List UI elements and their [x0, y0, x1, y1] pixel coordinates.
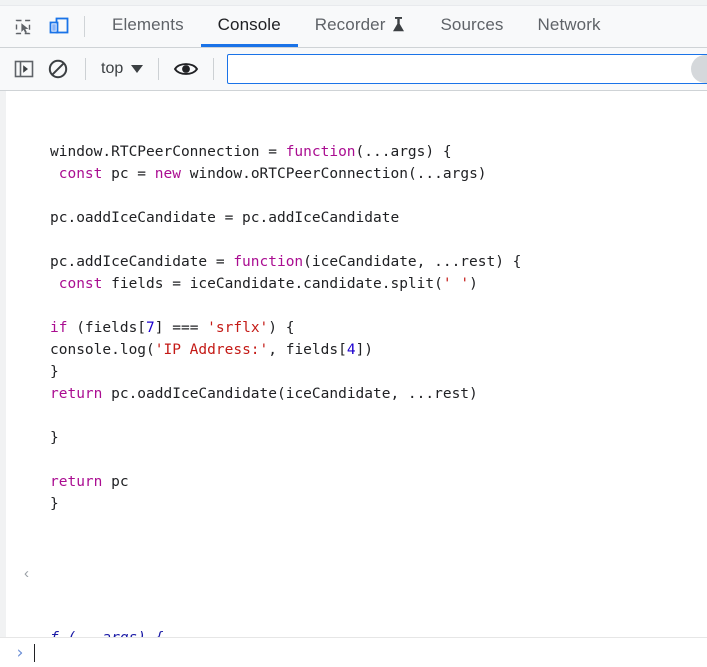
code-token: ) {	[268, 320, 295, 336]
code-token: }	[50, 496, 59, 512]
code-line: }	[50, 361, 707, 383]
code-token: pc =	[102, 166, 155, 182]
code-token: const	[58, 166, 103, 182]
code-line: }	[50, 427, 707, 449]
console-toolbar-divider-1	[85, 58, 86, 80]
tab-console-label: Console	[217, 15, 281, 34]
code-token: pc	[102, 474, 129, 490]
tab-sources[interactable]: Sources	[423, 6, 520, 47]
tab-network[interactable]: Network	[521, 6, 618, 47]
code-token: if	[50, 320, 68, 336]
tabbar-divider	[84, 16, 85, 37]
devtools-tabbar: Elements Console Recorder Sources Networ…	[0, 6, 707, 48]
code-token: ])	[355, 342, 374, 358]
code-token: pc.addIceCandidate =	[50, 254, 234, 270]
code-line: }	[50, 493, 707, 515]
code-token: ] ===	[154, 320, 208, 336]
tab-elements[interactable]: Elements	[95, 6, 201, 47]
code-line: pc.addIceCandidate = function(iceCandida…	[50, 251, 707, 273]
experiment-flask-icon	[391, 16, 406, 33]
console-input-echo-message[interactable]: window.RTCPeerConnection = function(...a…	[6, 91, 707, 561]
code-token: pc.oaddIceCandidate(iceCandidate, ...res…	[102, 386, 478, 402]
inspect-element-icon[interactable]	[8, 12, 38, 42]
code-token: 4	[346, 342, 356, 358]
tab-network-label: Network	[537, 15, 601, 34]
console-toolbar-divider-3	[213, 58, 215, 80]
code-token: 7	[146, 320, 155, 336]
console-filter-area	[227, 54, 707, 84]
code-line: pc.oaddIceCandidate = pc.addIceCandidate	[50, 207, 707, 229]
code-token: function	[285, 144, 356, 160]
code-token: console.log(	[50, 342, 155, 358]
code-line: console.log('IP Address:', fields[4])	[50, 339, 707, 361]
code-token: return	[50, 386, 103, 402]
tabbar-tool-icons	[8, 6, 82, 47]
live-expression-eye-icon[interactable]	[170, 54, 202, 84]
code-token: 'IP Address:'	[154, 342, 269, 358]
code-token: }	[50, 430, 59, 446]
devtools-window: Elements Console Recorder Sources Networ…	[0, 0, 707, 667]
device-toolbar-icon[interactable]	[44, 12, 74, 42]
code-line: if (fields[7] === 'srflx') {	[50, 317, 707, 339]
clear-console-glyph	[48, 59, 68, 79]
console-sidebar-toggle-glyph	[14, 60, 34, 78]
console-sidebar-toggle-icon[interactable]	[8, 54, 40, 84]
console-result-message[interactable]: ‹ ƒ (...args) { const pc = new window.oR…	[6, 561, 707, 637]
code-line: return pc	[50, 471, 707, 493]
code-token: function	[233, 254, 304, 270]
console-prompt-input[interactable]	[35, 638, 707, 667]
code-token: ' '	[442, 276, 470, 292]
experiment-flask-glyph	[393, 17, 405, 32]
live-expression-eye-glyph	[174, 63, 199, 75]
tab-recorder-label: Recorder	[314, 15, 386, 34]
console-filter-input[interactable]	[227, 54, 707, 84]
console-input-echo-code: window.RTCPeerConnection = function(...a…	[50, 141, 707, 515]
code-token: , fields[	[268, 342, 347, 358]
code-line: const fields = iceCandidate.candidate.sp…	[50, 273, 707, 295]
code-line: window.RTCPeerConnection = function(...a…	[50, 141, 707, 163]
tab-sources-label: Sources	[440, 15, 504, 34]
code-token: window.oRTCPeerConnection(...args)	[180, 166, 487, 182]
result-code-line: ƒ (...args) {	[50, 627, 707, 637]
devtools-tabs: Elements Console Recorder Sources Networ…	[95, 6, 618, 47]
code-token: window.RTCPeerConnection =	[50, 144, 286, 160]
code-token: (...args) {	[355, 144, 452, 160]
console-prompt-row[interactable]: ›	[0, 637, 707, 667]
code-token: fields = iceCandidate.candidate.split(	[102, 276, 443, 292]
console-toolbar: top	[0, 48, 707, 91]
console-prompt-arrow-icon: ›	[16, 642, 24, 663]
inspect-element-glyph	[15, 19, 31, 34]
javascript-context-value: top	[101, 60, 124, 77]
code-token: pc.oaddIceCandidate = pc.addIceCandidate	[50, 210, 400, 226]
code-token: new	[154, 166, 181, 182]
tab-recorder[interactable]: Recorder	[298, 6, 424, 47]
code-token: (iceCandidate, ...rest) {	[303, 254, 522, 270]
device-toolbar-glyph	[49, 17, 69, 33]
console-toolbar-divider-2	[158, 58, 160, 80]
tab-elements-label: Elements	[112, 15, 184, 34]
code-token: const	[58, 276, 103, 292]
return-value-arrow-icon: ‹	[24, 565, 29, 582]
tab-console[interactable]: Console	[200, 6, 298, 47]
clear-console-icon[interactable]	[42, 54, 74, 84]
console-result-code: ƒ (...args) { const pc = new window.oRTC…	[50, 627, 707, 637]
code-token: (fields[	[67, 320, 147, 336]
console-message-list: window.RTCPeerConnection = function(...a…	[0, 91, 707, 637]
code-line: return pc.oaddIceCandidate(iceCandidate,…	[50, 383, 707, 405]
code-token: 'srflx'	[207, 320, 269, 336]
chevron-down-icon	[131, 65, 144, 73]
code-token: )	[469, 276, 478, 292]
code-token: return	[50, 474, 103, 490]
javascript-context-selector[interactable]: top	[97, 58, 147, 80]
code-token: }	[50, 364, 59, 380]
code-line: const pc = new window.oRTCPeerConnection…	[50, 163, 707, 185]
